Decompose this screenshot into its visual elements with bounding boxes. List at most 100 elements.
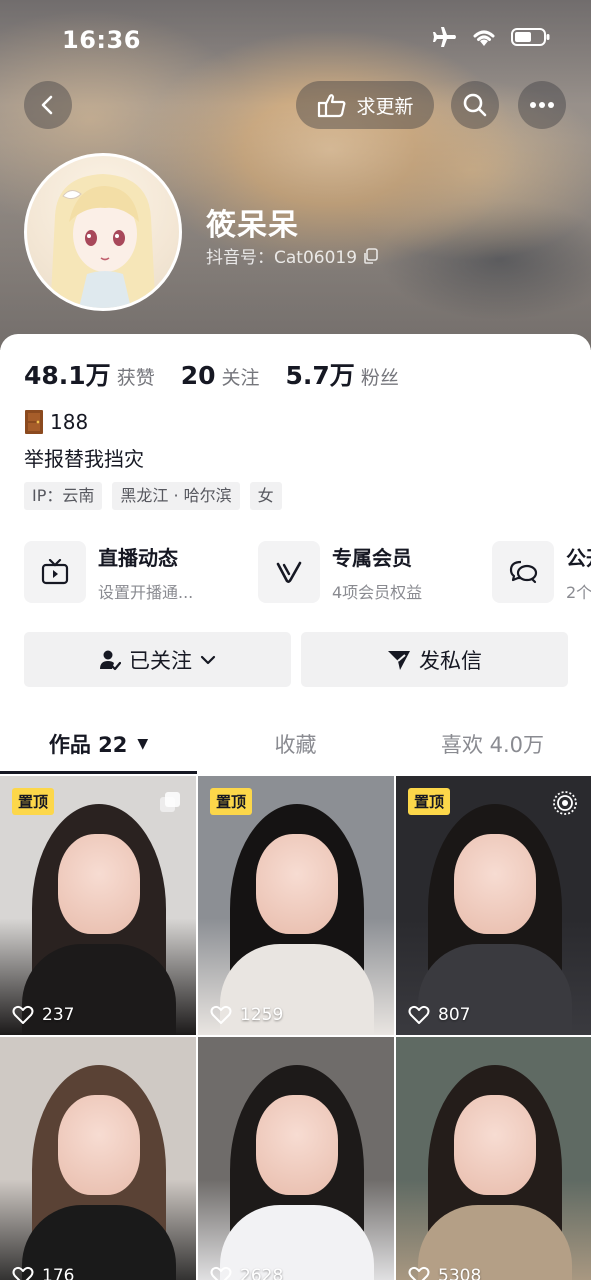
chat-icon — [509, 560, 538, 584]
video-likes: 2628 — [210, 1266, 283, 1280]
video-grid: 置顶 237 置顶 1259 置顶 807 176 2628 5308 — [0, 776, 591, 1280]
stat-following[interactable]: 20 关注 — [181, 361, 260, 390]
pinned-badge: 置顶 — [12, 788, 55, 815]
tab-label: 收藏 — [274, 733, 317, 757]
send-message-button[interactable]: 发私信 — [301, 632, 568, 687]
pinned-badge: 置顶 — [408, 788, 451, 815]
feature-membership[interactable]: 专属会员 4项会员权益 — [258, 541, 492, 603]
caret-down-icon: ▼ — [137, 736, 149, 752]
feature-public-group[interactable]: 公开 2个群 — [492, 541, 591, 603]
copy-icon[interactable] — [363, 247, 379, 264]
search-button[interactable] — [451, 81, 499, 129]
tab-likes[interactable]: 喜欢 4.0万 — [394, 714, 591, 774]
v-icon — [276, 561, 302, 583]
location-tag[interactable]: 黑龙江 · 哈尔滨 — [112, 482, 240, 510]
live-photo-icon — [552, 790, 578, 820]
stat-value: 5.7万 — [285, 361, 355, 390]
battery-icon — [511, 28, 550, 46]
video-thumbnail[interactable]: 176 — [0, 1037, 196, 1280]
back-button[interactable] — [24, 81, 72, 129]
thumbnail-face — [454, 834, 536, 934]
tab-favorites[interactable]: 收藏 — [197, 714, 394, 774]
video-likes: 5308 — [408, 1266, 481, 1280]
thumbnail-face — [58, 834, 140, 934]
status-time: 16:36 — [62, 26, 141, 54]
feature-subtitle: 设置开播通... — [98, 582, 194, 602]
request-update-label: 求更新 — [356, 95, 414, 118]
more-dots-icon — [530, 102, 554, 108]
heart-icon — [12, 1005, 34, 1024]
douyin-id[interactable]: 抖音号：Cat06019 — [206, 243, 379, 268]
send-arrow-icon — [388, 650, 410, 670]
heart-icon — [408, 1005, 430, 1024]
tab-label: 喜欢 4.0万 — [440, 733, 545, 757]
chevron-down-icon — [200, 655, 216, 664]
tv-icon — [41, 559, 69, 585]
video-thumbnail[interactable]: 置顶 807 — [396, 776, 591, 1035]
heart-icon — [408, 1266, 430, 1280]
search-icon — [463, 93, 487, 117]
ip-tag: IP：云南 — [24, 482, 103, 510]
video-thumbnail[interactable]: 5308 — [396, 1037, 591, 1280]
likes-count: 2628 — [240, 1266, 284, 1280]
stat-label: 获赞 — [116, 367, 155, 389]
thumbnail-face — [256, 1095, 338, 1195]
heart-icon — [210, 1005, 232, 1024]
followed-label: 已关注 — [129, 648, 192, 673]
likes-count: 807 — [438, 1005, 471, 1025]
user-check-icon — [100, 650, 121, 670]
request-update-button[interactable]: 求更新 — [296, 81, 434, 129]
profile-stats: 48.1万 获赞 20 关注 5.7万 粉丝 — [24, 356, 425, 392]
likes-count: 5308 — [438, 1266, 482, 1280]
feature-title: 公开 — [566, 545, 591, 570]
tab-label: 作品 22 — [48, 733, 128, 757]
likes-count: 1259 — [240, 1005, 284, 1025]
douyin-id-text: 抖音号：Cat06019 — [206, 248, 358, 268]
nickname: 筱呆呆 — [206, 208, 299, 243]
wifi-icon — [473, 30, 495, 46]
image-set-icon — [158, 790, 182, 818]
video-likes: 807 — [408, 1005, 470, 1025]
video-likes: 176 — [12, 1266, 74, 1280]
more-button[interactable] — [518, 81, 566, 129]
feature-row: 直播动态 设置开播通... 专属会员 4项会员权益 公开 2个群 — [24, 541, 591, 603]
stat-label: 关注 — [221, 367, 260, 389]
video-likes: 1259 — [210, 1005, 283, 1025]
gender-tag: 女 — [249, 482, 282, 510]
thumbnail-face — [256, 834, 338, 934]
heart-icon — [210, 1266, 232, 1280]
video-likes: 237 — [12, 1005, 74, 1025]
likes-count: 237 — [42, 1005, 75, 1025]
stat-label: 粉丝 — [360, 367, 399, 389]
pointing-hand-icon — [318, 94, 346, 118]
feature-icon-box — [258, 541, 320, 603]
door-count: 188 — [50, 410, 89, 434]
likes-count: 176 — [42, 1266, 75, 1280]
bio: 举报替我挡灾 — [24, 447, 144, 471]
stat-followers[interactable]: 5.7万 粉丝 — [286, 356, 399, 392]
content-tabs: 作品 22 ▼ 收藏 喜欢 4.0万 — [0, 714, 591, 774]
feature-icon-box — [24, 541, 86, 603]
anime-girl-avatar-image — [51, 174, 155, 308]
send-message-label: 发私信 — [419, 648, 482, 673]
profile-actions: 已关注 发私信 — [24, 632, 568, 687]
feature-icon-box — [492, 541, 554, 603]
tab-works[interactable]: 作品 22 ▼ — [0, 714, 197, 774]
feature-live[interactable]: 直播动态 设置开播通... — [24, 541, 258, 603]
feature-subtitle: 4项会员权益 — [332, 582, 423, 602]
stat-likes[interactable]: 48.1万 获赞 — [24, 356, 155, 392]
pinned-badge: 置顶 — [210, 788, 253, 815]
video-thumbnail[interactable]: 置顶 237 — [0, 776, 196, 1035]
feature-subtitle: 2个群 — [566, 582, 591, 602]
video-thumbnail[interactable]: 置顶 1259 — [198, 776, 394, 1035]
video-thumbnail[interactable]: 2628 — [198, 1037, 394, 1280]
followed-button[interactable]: 已关注 — [24, 632, 291, 687]
thumbnail-face — [454, 1095, 536, 1195]
avatar[interactable] — [24, 153, 182, 311]
profile-tags: IP：云南 黑龙江 · 哈尔滨 女 — [24, 482, 282, 510]
feature-title: 专属会员 — [332, 545, 412, 570]
feature-title: 直播动态 — [98, 545, 178, 570]
door-icon — [25, 410, 43, 434]
thumbnail-face — [58, 1095, 140, 1195]
airplane-icon — [433, 27, 456, 47]
